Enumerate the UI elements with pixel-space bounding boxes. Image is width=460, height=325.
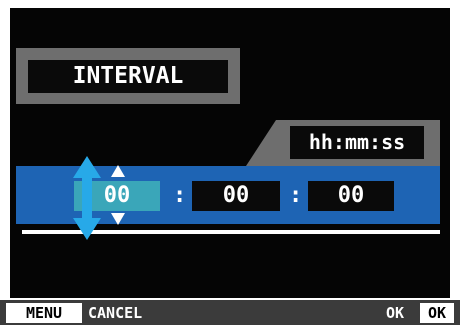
time-separator: :: [173, 183, 187, 208]
triangle-up-icon[interactable]: [111, 165, 125, 177]
triangle-down-icon[interactable]: [111, 213, 125, 225]
up-down-arrow-icon: [73, 156, 101, 240]
format-label: hh:mm:ss: [290, 126, 424, 159]
minutes-field[interactable]: 00: [192, 181, 280, 211]
ok-key[interactable]: OK: [420, 303, 454, 323]
time-separator: :: [289, 183, 303, 208]
menu-key[interactable]: MENU: [6, 303, 82, 323]
page-title: INTERVAL: [28, 60, 228, 93]
ok-label: OK: [386, 304, 405, 322]
cancel-label: CANCEL: [88, 304, 143, 322]
seconds-field[interactable]: 00: [308, 181, 394, 211]
